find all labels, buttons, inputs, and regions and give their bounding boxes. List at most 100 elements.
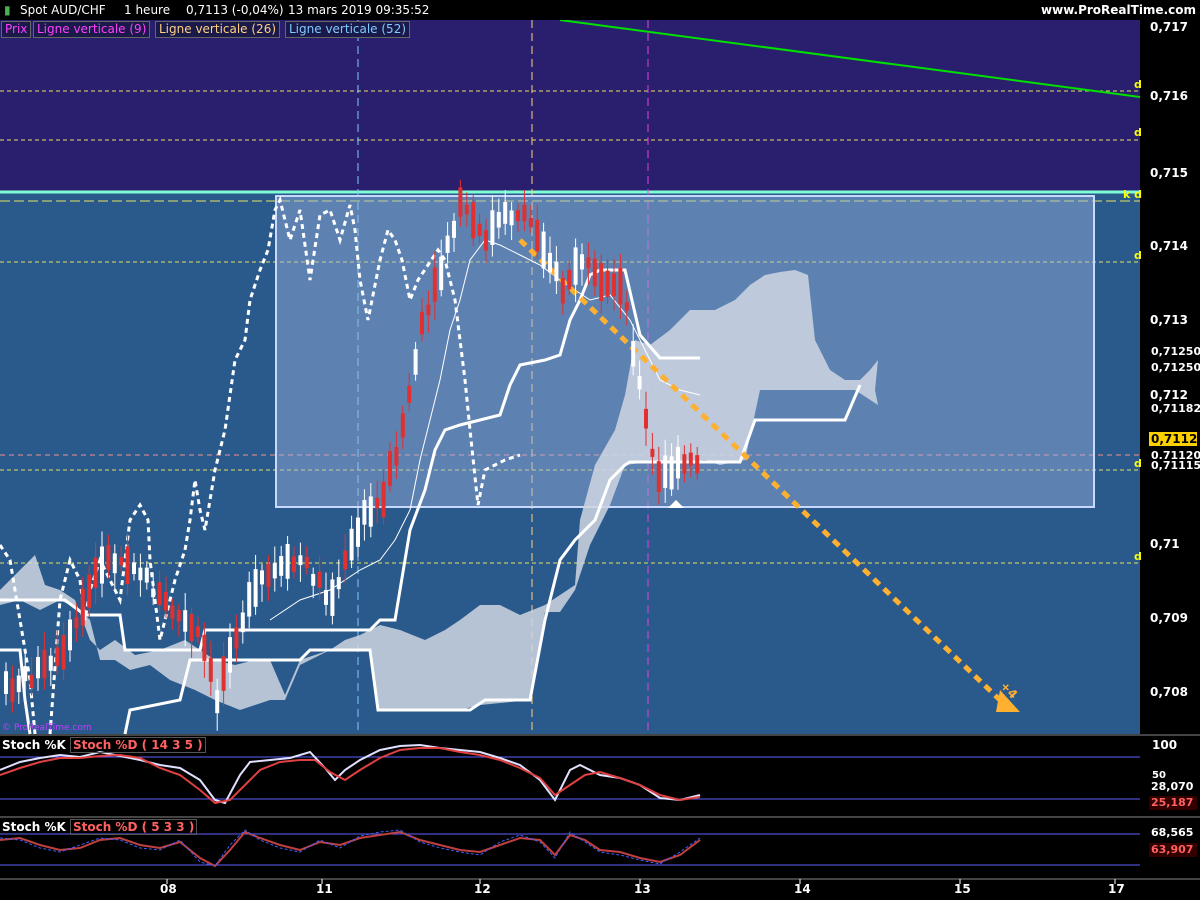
candle [68, 619, 72, 651]
stoch2-d-label: Stoch %D ( 5 3 3 ) [69, 819, 198, 835]
watermark: © ProRealTime.com [2, 723, 92, 733]
candle [484, 230, 488, 251]
price-label: 0,712 [1150, 388, 1188, 402]
candle [189, 614, 194, 642]
candle [330, 579, 335, 616]
candle [663, 455, 668, 488]
candle [36, 656, 40, 679]
timeframe: 1 heure [124, 3, 171, 17]
candle [413, 349, 418, 375]
candle [183, 610, 188, 632]
candle [196, 626, 200, 637]
candle [234, 627, 239, 649]
candle [106, 545, 111, 570]
upper-zone [0, 20, 1140, 192]
price-box-kijun: 0,71250 [1149, 345, 1200, 359]
candle [42, 650, 47, 679]
legend-price[interactable]: Prix [1, 21, 32, 38]
candle [170, 605, 175, 619]
candle [362, 499, 367, 525]
candle [349, 528, 354, 561]
candle [61, 635, 66, 670]
stoch1-d-value: 25,187 [1149, 796, 1197, 810]
candle [272, 563, 277, 579]
candle [343, 550, 348, 570]
time-label: 14 [794, 882, 811, 896]
candle [119, 557, 124, 566]
price-chart[interactable]: +4 [0, 0, 1200, 900]
stoch1-scale-top: 100 [1152, 738, 1178, 752]
price-box-tenkan: 0,71250 [1149, 361, 1200, 375]
time-label: 12 [474, 882, 491, 896]
legend-vertical-26[interactable]: Ligne verticale (26) [155, 21, 281, 38]
price-label: 0,709 [1150, 611, 1188, 625]
stoch1-title: Stoch %K Stoch %D ( 14 3 5 ) [2, 737, 206, 753]
candle [221, 656, 226, 691]
candle [573, 247, 578, 285]
current-price-box: 0,7112 [1149, 432, 1198, 446]
candle [80, 588, 85, 626]
candle [304, 556, 309, 569]
level-tag: d [1134, 249, 1142, 262]
candle [580, 254, 584, 270]
candle [624, 302, 629, 311]
candle [164, 591, 168, 611]
candle [324, 589, 328, 605]
legend-vertical-52[interactable]: Ligne verticale (52) [285, 21, 411, 38]
legend-vertical-9[interactable]: Ligne verticale (9) [33, 21, 151, 38]
candle [48, 655, 53, 671]
bars-icon: ▮ [4, 3, 11, 17]
level-tag: d [1134, 550, 1142, 563]
candle [356, 517, 360, 547]
candle [138, 567, 143, 581]
candle [554, 261, 559, 282]
candle [132, 562, 136, 575]
candle [29, 674, 34, 688]
candle [439, 256, 444, 291]
candle [100, 546, 104, 584]
candle [509, 210, 514, 226]
candle [247, 582, 252, 617]
candle [240, 612, 245, 633]
candle [151, 588, 156, 598]
stoch1-d-label: Stoch %D ( 14 3 5 ) [69, 737, 206, 753]
candle [535, 219, 540, 252]
candle [650, 448, 655, 457]
datetime: 13 mars 2019 09:35:52 [288, 3, 430, 17]
candle [144, 567, 149, 583]
price-label: 0,715 [1150, 166, 1188, 180]
stoch2-d-value: 63,907 [1149, 843, 1197, 857]
candle [215, 690, 220, 714]
candle [676, 446, 680, 479]
candle [336, 577, 341, 590]
stoch1-k-value: 28,070 [1149, 780, 1197, 794]
candle [260, 570, 264, 585]
candle [407, 385, 412, 403]
time-label: 08 [160, 882, 177, 896]
candle [292, 556, 296, 572]
candle [279, 555, 284, 576]
candle [528, 217, 533, 227]
symbol: Spot AUD/CHF [20, 3, 106, 17]
price-label: 0,713 [1150, 313, 1188, 327]
candle [637, 376, 642, 390]
candle [458, 187, 463, 217]
candle [445, 235, 450, 253]
candle [432, 267, 437, 302]
candle [112, 553, 117, 574]
candle [599, 263, 604, 302]
candle [669, 456, 674, 490]
stoch2-k-label: Stoch %K [2, 820, 66, 834]
candle [592, 258, 597, 287]
candle [682, 454, 687, 474]
candle [612, 273, 616, 297]
candle [567, 269, 572, 290]
candle [452, 220, 456, 238]
time-label: 11 [316, 882, 333, 896]
candle [522, 204, 527, 222]
candle [16, 675, 21, 693]
candle [618, 267, 623, 305]
candle [381, 481, 386, 518]
candle [631, 341, 636, 367]
candle [253, 569, 258, 607]
